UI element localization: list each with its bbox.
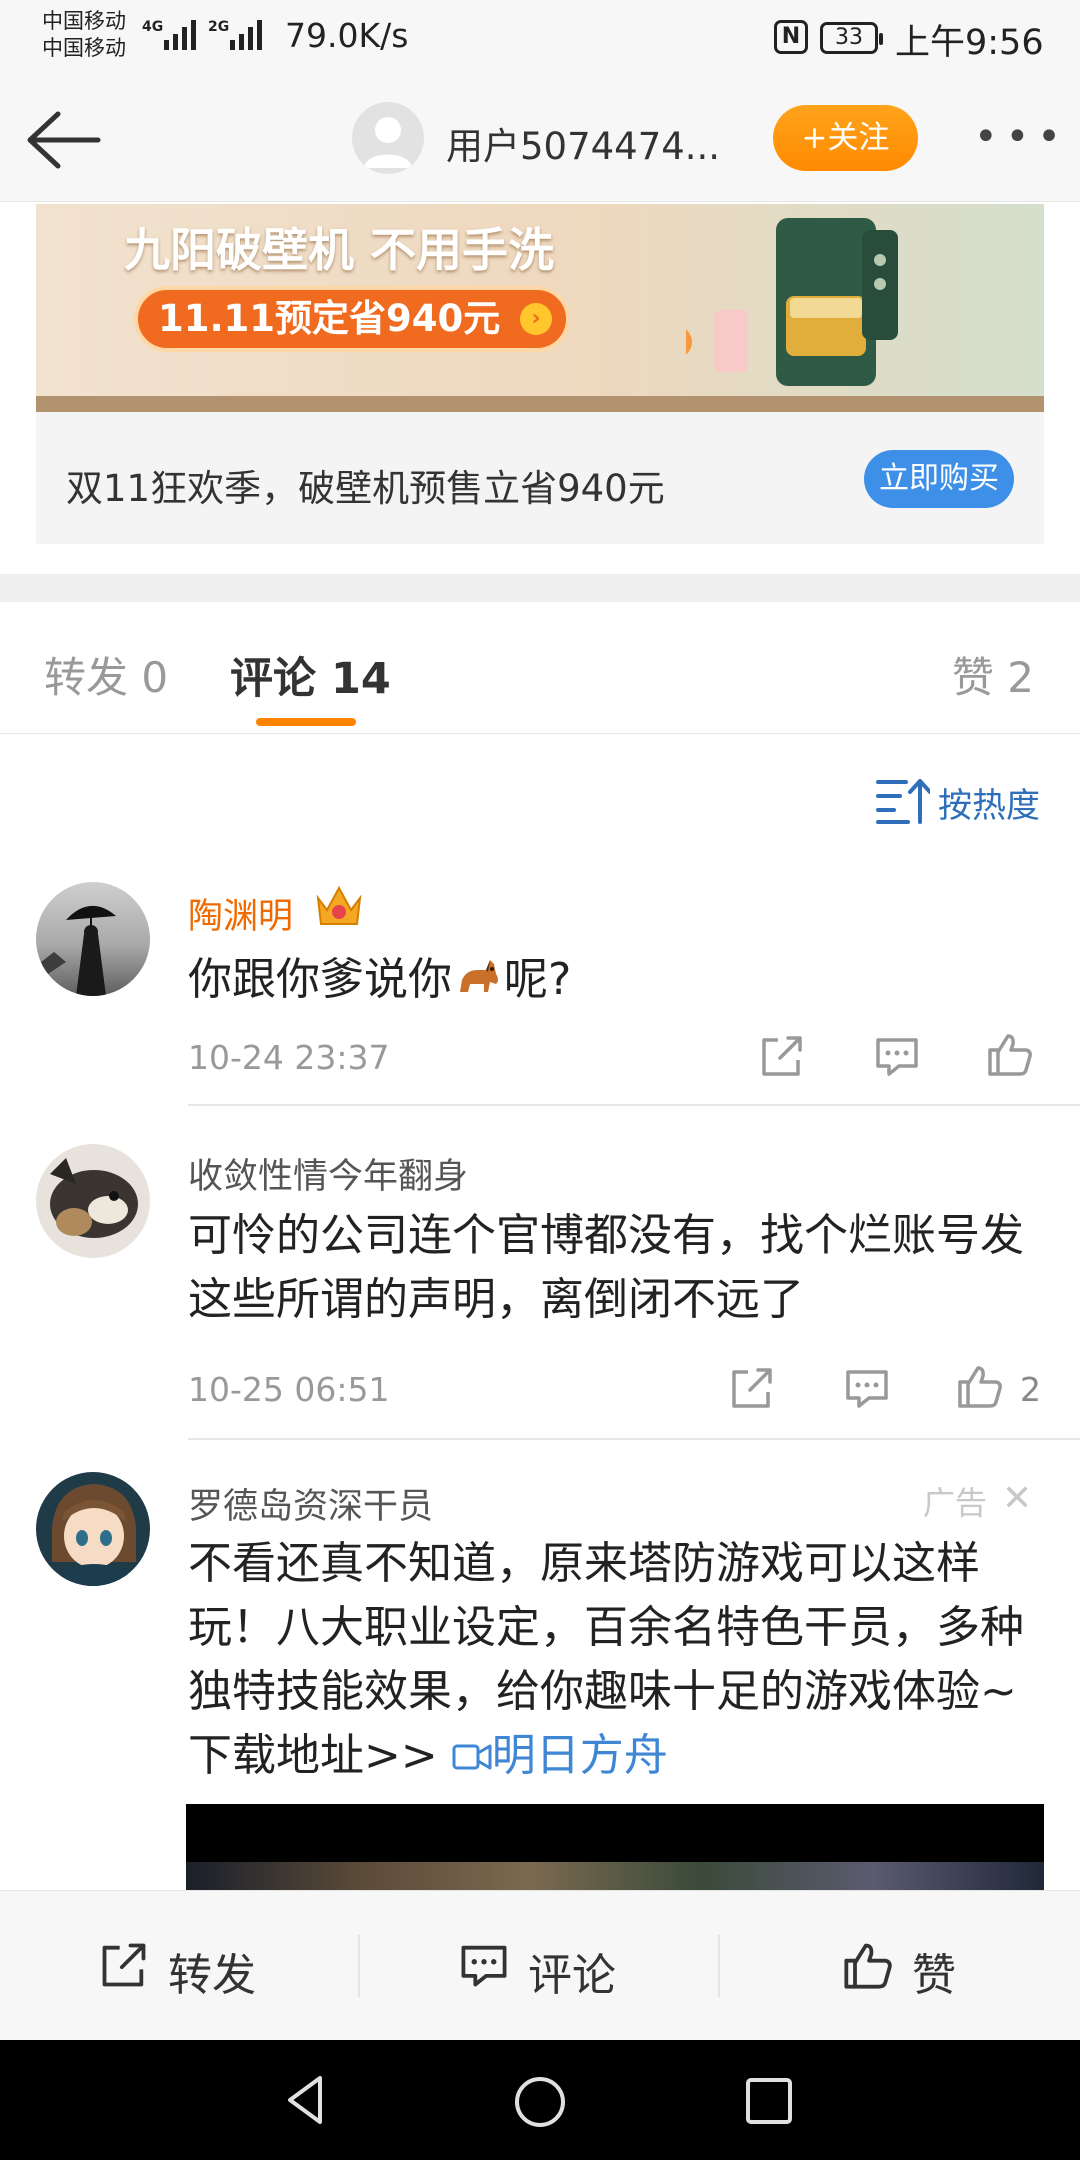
comment-label: 评论 [528, 1950, 616, 2001]
comment-body: 你跟你爹说你 呢? [188, 948, 1048, 1012]
commenter-name[interactable]: 收敛性情今年翻身 [188, 1148, 468, 1199]
comment-text-before: 你跟你爹说你 [188, 954, 452, 1005]
carrier-2: 中国移动 [42, 36, 126, 60]
signal-4g-icon: 4G [142, 19, 196, 50]
nav-recents-icon[interactable] [744, 2076, 794, 2126]
default-avatar-icon [364, 117, 412, 168]
comment-body: 不看还真不知道，原来塔防游戏可以这样玩！八大职业设定，百余名特色干员，多种独特技… [188, 1532, 1028, 1788]
more-dots-icon[interactable]: ••• [974, 117, 1069, 157]
comment-icon[interactable] [843, 1364, 891, 1412]
active-tab-indicator [256, 718, 356, 726]
like-button[interactable]: 赞 [842, 1937, 972, 2001]
chevron-right-icon: › [520, 303, 552, 335]
buy-now-button[interactable]: 立即购买 [864, 450, 1014, 508]
carrier-labels: 中国移动 中国移动 [42, 8, 126, 62]
ad-banner-image[interactable]: 九阳破壁机 不用手洗 11.11预定省940元 › [36, 204, 1044, 412]
tab-comment[interactable]: 评论 14 [230, 644, 391, 706]
signal-2g-icon: 2G [208, 19, 262, 50]
nfc-icon: N [774, 20, 808, 54]
nav-username[interactable]: 用户5074474... [446, 116, 720, 170]
ad-promo-text: 11.11预定省940元 [158, 297, 501, 340]
comment-divider [188, 1438, 1080, 1440]
comment-time: 10-24 23:37 [188, 1038, 390, 1077]
thumbs-up-icon[interactable] [956, 1362, 1004, 1410]
follow-button[interactable]: +关注 [773, 105, 918, 171]
ad-tag: 广告 [923, 1484, 988, 1522]
avatar[interactable] [36, 882, 150, 996]
tab-like[interactable]: 赞 2 [952, 644, 1034, 705]
video-preview-strip [186, 1862, 1044, 1890]
sort-label: 按热度 [938, 786, 1040, 826]
ad-video-thumbnail[interactable] [186, 1804, 1044, 1890]
anime-character-icon [52, 1484, 136, 1586]
clock: 上午9:56 [895, 23, 1044, 63]
dog-photo-icon [50, 1158, 138, 1238]
ad-headline: 九阳破壁机 不用手洗 [124, 223, 555, 277]
user-avatar[interactable] [352, 102, 424, 174]
blender-product-icon [686, 218, 898, 386]
comment-item: 收敛性情今年翻身 可怜的公司连个官博都没有，找个烂账号发这些所谓的声明，离倒闭不… [0, 1140, 1080, 1440]
nav-home-icon[interactable] [512, 2074, 568, 2130]
share-icon[interactable] [758, 1032, 806, 1080]
ad-banner-strip [36, 396, 1044, 412]
detail-tabs: 转发 0 评论 14 赞 2 [0, 602, 1080, 734]
sort-by-hot-button[interactable]: 按热度 [876, 772, 1048, 828]
repost-button[interactable]: 转发 [98, 1937, 268, 2001]
like-label: 赞 [912, 1950, 956, 2001]
bottom-action-bar: 转发 评论 赞 [0, 1890, 1080, 2040]
ad-caption-text: 双11狂欢季，破壁机预售立省940元 [66, 467, 665, 510]
thumbs-up-icon [844, 1943, 892, 1989]
back-arrow-icon[interactable] [22, 104, 102, 176]
comment-text-after: 呢? [504, 954, 572, 1005]
comment-button[interactable]: 评论 [458, 1937, 628, 2001]
top-nav-bar: 用户5074474... +关注 ••• [0, 78, 1080, 202]
horse-emoji-icon [460, 960, 498, 992]
app-link[interactable]: 明日方舟 [452, 1730, 668, 1781]
comment-icon[interactable] [873, 1032, 921, 1080]
comment-icon [461, 1945, 507, 1987]
avatar[interactable] [36, 1144, 150, 1258]
ad-promo-pill: 11.11预定省940元 › [134, 286, 570, 352]
toolbar-divider [358, 1935, 360, 1997]
video-camera-icon [452, 1744, 492, 1770]
comment-item: 陶渊明 你跟你爹说你 呢? 10-24 23:37 [0, 880, 1080, 1110]
network-speed: 79.0K/s [285, 16, 409, 55]
toolbar-divider [718, 1935, 720, 1997]
network-1-label: 4G [142, 19, 163, 35]
commenter-name[interactable]: 陶渊明 [188, 888, 293, 939]
like-count: 2 [1020, 1370, 1041, 1409]
tab-repost[interactable]: 转发 0 [44, 644, 168, 705]
battery-icon: 33 [820, 22, 883, 54]
share-icon [102, 1943, 146, 1987]
network-2-label: 2G [208, 19, 229, 35]
section-divider [0, 574, 1080, 602]
close-icon[interactable]: ✕ [1002, 1478, 1032, 1519]
repost-label: 转发 [168, 1950, 256, 2001]
vip-crown-icon [316, 885, 362, 925]
comment-divider [188, 1104, 1080, 1106]
app-link-label: 明日方舟 [491, 1730, 668, 1781]
carrier-1: 中国移动 [42, 9, 126, 33]
thumbs-up-icon[interactable] [986, 1030, 1034, 1078]
avatar[interactable] [36, 1472, 150, 1586]
ad-caption-bar[interactable]: 双11狂欢季，破壁机预售立省940元 立即购买 [36, 412, 1044, 544]
comment-time: 10-25 06:51 [188, 1370, 390, 1409]
umbrella-figure-icon [36, 905, 116, 996]
comment-body: 可怜的公司连个官博都没有，找个烂账号发这些所谓的声明，离倒闭不远了 [188, 1210, 1024, 1325]
status-bar: 中国移动 中国移动 4G 2G 79.0K/s N 33 上午9:56 [0, 0, 1080, 78]
commenter-name[interactable]: 罗德岛资深干员 [188, 1478, 433, 1529]
system-navigation-bar [0, 2040, 1080, 2160]
nav-back-icon[interactable] [280, 2074, 332, 2126]
sort-icon [876, 779, 930, 824]
battery-level: 33 [835, 25, 863, 50]
share-icon[interactable] [728, 1364, 776, 1412]
